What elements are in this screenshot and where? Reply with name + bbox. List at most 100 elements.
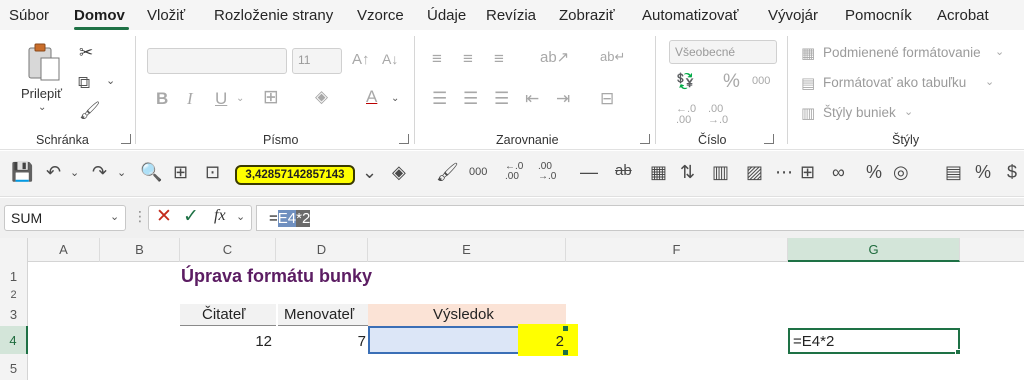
accounting-format-icon[interactable]: 💱 <box>676 74 695 89</box>
menu-insert[interactable]: Vložiť <box>147 7 185 24</box>
menu-developer[interactable]: Vývojár <box>768 7 818 24</box>
header-cell-e3[interactable]: Výsledok <box>368 304 566 326</box>
redo-icon[interactable]: ↷ <box>92 163 107 181</box>
menu-file[interactable]: Súbor <box>9 7 49 24</box>
chart-icon[interactable]: ▥ <box>712 163 729 181</box>
cell-d4[interactable]: 7 <box>276 333 366 350</box>
merge-center-icon[interactable]: ⊟ <box>600 90 614 107</box>
shrink-font-icon[interactable]: A↓ <box>382 52 398 66</box>
table-icon[interactable]: ▦ <box>650 163 667 181</box>
menu-data[interactable]: Údaje <box>427 7 466 24</box>
grow-font-icon[interactable]: A↑ <box>352 52 370 67</box>
decrease-indent-icon[interactable]: ⇤ <box>525 90 539 107</box>
comma-style-qat-icon[interactable]: 000 <box>469 167 487 178</box>
underline-icon[interactable]: U <box>215 90 227 107</box>
name-box-chevron-icon[interactable]: ⌄ <box>110 210 119 223</box>
borders-icon[interactable]: ⊞ <box>263 88 279 107</box>
cell-g4[interactable]: =E4*2 <box>788 328 960 354</box>
undo-dropdown-chevron-icon[interactable]: ⌄ <box>70 168 79 179</box>
align-center-icon[interactable]: ☰ <box>463 90 478 107</box>
row-header-4[interactable]: 4 <box>0 326 28 354</box>
font-color-dropdown-chevron-icon[interactable]: ⌄ <box>391 94 399 104</box>
sheet-title[interactable]: Úprava formátu bunky <box>181 266 372 287</box>
header-cell-c3[interactable]: Čitateľ <box>180 304 276 326</box>
copy-icon[interactable]: ⧉ <box>78 74 90 91</box>
cell-styles-icon[interactable]: ▥ <box>801 106 815 121</box>
number-launcher-icon[interactable] <box>764 134 774 144</box>
font-size-dropdown[interactable]: 11 <box>292 48 342 74</box>
header-cell-d3[interactable]: Menovateľ <box>278 304 368 326</box>
number-format-dropdown[interactable]: Všeobecné <box>669 40 777 64</box>
column-header-a[interactable]: A <box>28 238 100 262</box>
percent-qat-icon[interactable]: % <box>866 163 882 181</box>
undo-icon[interactable]: ↶ <box>46 163 61 181</box>
cell-styles-chevron-icon[interactable]: ⌄ <box>904 107 913 118</box>
strikethrough-icon[interactable]: ab <box>615 163 632 178</box>
select-all-corner[interactable] <box>0 238 28 262</box>
clipboard-launcher-icon[interactable] <box>121 134 131 144</box>
alignment-launcher-icon[interactable] <box>640 134 650 144</box>
menu-formulas[interactable]: Vzorce <box>357 7 404 24</box>
increase-decimal-icon[interactable]: ←.0.00 <box>676 104 696 126</box>
conditional-formatting-chevron-icon[interactable]: ⌄ <box>995 47 1004 58</box>
column-header-d[interactable]: D <box>276 238 368 262</box>
menu-review[interactable]: Revízia <box>486 7 536 24</box>
align-right-icon[interactable]: ☰ <box>494 90 509 107</box>
format-as-table-button[interactable]: Formátovať ako tabuľku <box>823 75 966 90</box>
menu-help[interactable]: Pomocník <box>845 7 912 24</box>
increase-indent-icon[interactable]: ⇥ <box>556 90 570 107</box>
clear-icon[interactable]: — <box>580 163 598 181</box>
paste-icon[interactable] <box>26 42 64 84</box>
formula-input[interactable]: =E4*2 <box>256 205 1024 231</box>
menu-view[interactable]: Zobraziť <box>559 7 615 24</box>
cancel-icon[interactable]: ✕ <box>156 205 172 228</box>
column-header-f[interactable]: F <box>566 238 788 262</box>
borders-all-icon[interactable]: ⊞ <box>173 163 188 181</box>
fill-color-icon[interactable]: ◈ <box>315 88 328 105</box>
column-header-b[interactable]: B <box>100 238 180 262</box>
percent-format-icon[interactable]: % <box>975 163 991 181</box>
find-icon[interactable]: 🔍 <box>140 163 162 181</box>
column-header-c[interactable]: C <box>180 238 276 262</box>
menu-page-layout[interactable]: Rozloženie strany <box>214 7 333 24</box>
fill-handle[interactable] <box>563 350 568 355</box>
cell-c4[interactable]: 12 <box>180 333 272 350</box>
orientation-icon[interactable]: ab↗ <box>540 50 569 65</box>
row-header-2[interactable]: 2 <box>0 288 28 302</box>
redo-dropdown-chevron-icon[interactable]: ⌄ <box>117 168 126 179</box>
comma-style-icon[interactable]: 000 <box>752 76 770 87</box>
format-painter-qat-icon[interactable]: 🖌 <box>436 163 459 181</box>
active-cell-fill-handle[interactable] <box>955 349 961 355</box>
align-middle-icon[interactable]: ≡ <box>463 50 473 67</box>
menu-home[interactable]: Domov <box>74 7 125 24</box>
insert-function-icon[interactable]: fx <box>214 207 226 225</box>
paste-label[interactable]: Prilepiť <box>21 86 62 101</box>
format-painter-icon[interactable]: 🖌 <box>79 102 101 119</box>
percent-icon[interactable]: % <box>723 72 740 91</box>
increase-decimal-qat-icon[interactable]: ←.0.00 <box>505 162 523 182</box>
menu-automate[interactable]: Automatizovať <box>642 7 739 24</box>
fill-color-qat-icon[interactable]: ◈ <box>392 163 406 181</box>
italic-icon[interactable]: I <box>187 90 193 107</box>
font-launcher-icon[interactable] <box>399 134 409 144</box>
row-header-3[interactable]: 3 <box>0 302 28 326</box>
save-icon[interactable]: 💾 <box>11 163 33 181</box>
qat-dropdown-icon[interactable]: ⌄ <box>362 163 377 181</box>
shapes-icon[interactable]: ◎ <box>893 163 909 181</box>
freeze-panes-icon[interactable]: ⊡ <box>205 163 220 181</box>
enter-icon[interactable]: ✓ <box>183 205 199 228</box>
fx-dropdown-chevron-icon[interactable]: ⌄ <box>236 210 245 223</box>
conditional-formatting-icon[interactable]: ▦ <box>801 46 815 61</box>
link-icon[interactable]: ∞ <box>832 163 845 181</box>
format-as-table-icon[interactable]: ▤ <box>801 76 815 91</box>
menu-acrobat[interactable]: Acrobat <box>937 7 989 24</box>
column-header-e[interactable]: E <box>368 238 566 262</box>
align-bottom-icon[interactable]: ≡ <box>494 50 504 67</box>
row-header-1[interactable]: 1 <box>0 262 28 288</box>
insert-table-icon[interactable]: ⊞ <box>800 163 815 181</box>
underline-dropdown-chevron-icon[interactable]: ⌄ <box>236 94 244 104</box>
decrease-decimal-icon[interactable]: .00 →.0 <box>708 104 728 126</box>
picture-icon[interactable]: ▨ <box>746 163 763 181</box>
format-as-table-chevron-icon[interactable]: ⌄ <box>985 77 994 88</box>
paste-dropdown-chevron-icon[interactable]: ⌄ <box>38 102 46 113</box>
